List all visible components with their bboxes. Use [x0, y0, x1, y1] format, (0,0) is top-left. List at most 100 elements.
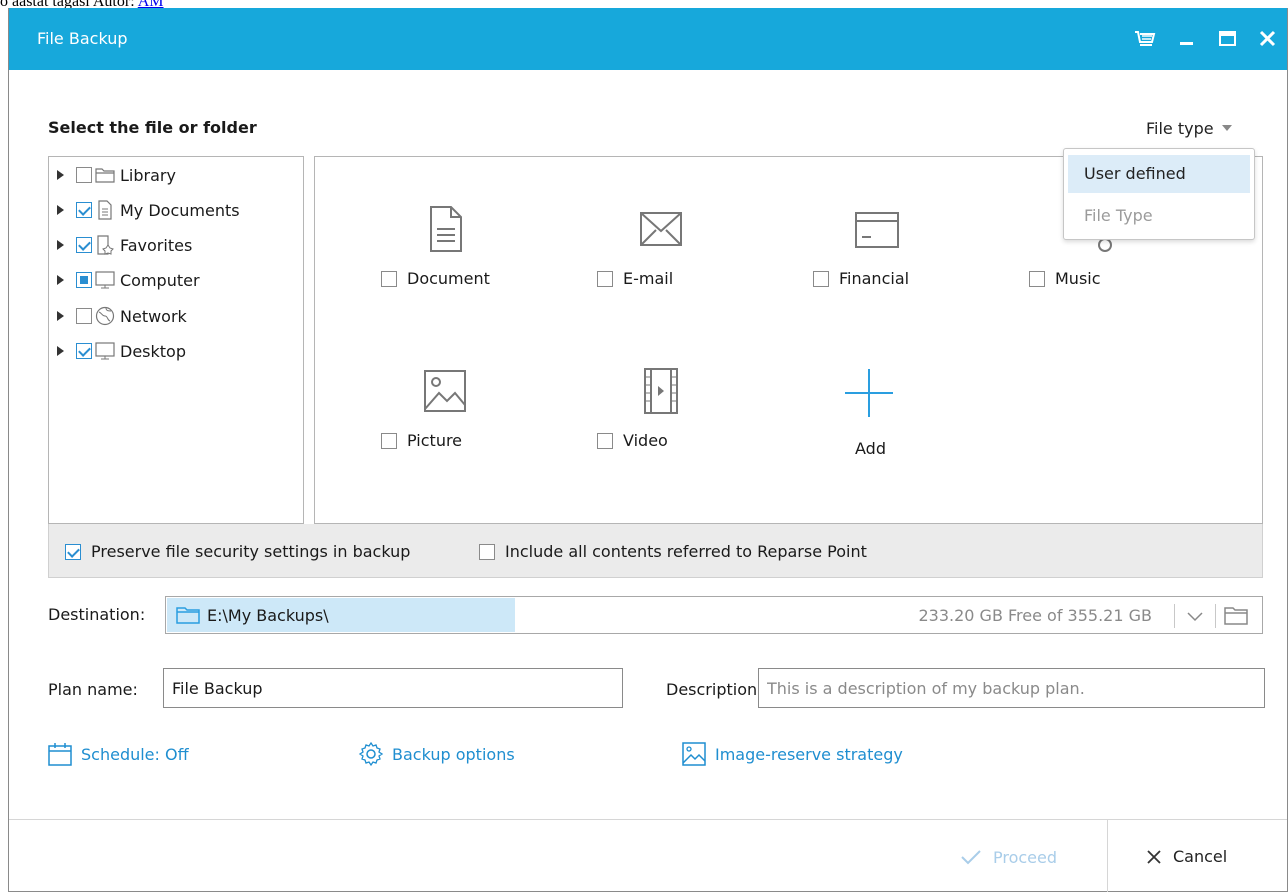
- image-reserve-label: Image-reserve strategy: [715, 744, 903, 764]
- expand-arrow-icon[interactable]: [57, 311, 64, 321]
- backup-options-link[interactable]: Backup options: [358, 741, 515, 767]
- tree-label: Network: [120, 306, 187, 326]
- tree-item-library[interactable]: Library: [49, 162, 299, 188]
- document-checkbox[interactable]: [381, 270, 397, 287]
- reparse-point-option[interactable]: Include all contents referred to Reparse…: [479, 542, 867, 561]
- destination-path-text: E:\My Backups\: [207, 605, 329, 625]
- section-title: Select the file or folder: [48, 118, 257, 137]
- reparse-point-checkbox[interactable]: [479, 543, 495, 560]
- financial-checkbox-row[interactable]: Financial: [813, 269, 909, 288]
- plus-icon-vertical: [868, 369, 870, 417]
- picture-icon: [424, 370, 466, 412]
- financial-checkbox[interactable]: [813, 270, 829, 287]
- video-label: Video: [623, 431, 668, 450]
- video-checkbox[interactable]: [597, 432, 613, 449]
- footer-vertical-divider: [1107, 819, 1108, 892]
- monitor-icon: [95, 342, 115, 360]
- expand-arrow-icon[interactable]: [57, 346, 64, 356]
- network-icon: [95, 306, 115, 326]
- dropdown-option-user-defined[interactable]: User defined: [1068, 155, 1250, 193]
- picture-label: Picture: [407, 431, 463, 450]
- expand-arrow-icon[interactable]: [57, 205, 64, 215]
- tree-checkbox[interactable]: [76, 237, 92, 253]
- financial-icon: [855, 212, 899, 248]
- cancel-button[interactable]: Cancel: [1145, 847, 1227, 866]
- divider: [1215, 604, 1216, 628]
- video-icon: [644, 368, 678, 414]
- preserve-security-option[interactable]: Preserve file security settings in backu…: [65, 542, 410, 561]
- music-checkbox-row[interactable]: Music: [1029, 269, 1101, 288]
- tree-item-desktop[interactable]: Desktop: [49, 338, 299, 364]
- email-checkbox-row[interactable]: E-mail: [597, 269, 673, 288]
- window-title: File Backup: [37, 29, 128, 48]
- email-icon: [640, 212, 682, 246]
- financial-label: Financial: [839, 269, 910, 288]
- expand-arrow-icon[interactable]: [57, 275, 64, 285]
- backup-options-label: Backup options: [392, 744, 515, 764]
- browse-folder-icon[interactable]: [1223, 604, 1249, 628]
- email-checkbox[interactable]: [597, 270, 613, 287]
- divider: [1174, 604, 1175, 628]
- document-label: Document: [407, 269, 490, 288]
- document-checkbox-row[interactable]: Document: [381, 269, 490, 288]
- tree-item-computer[interactable]: Computer: [49, 267, 299, 293]
- tree-checkbox[interactable]: [76, 343, 92, 359]
- file-type-financial: Financial: [813, 205, 973, 315]
- tree-label: Desktop: [120, 341, 186, 361]
- add-label: Add: [855, 439, 886, 458]
- tree-item-my-documents[interactable]: My Documents: [49, 197, 299, 223]
- folder-icon: [176, 607, 200, 624]
- maximize-icon[interactable]: [1215, 26, 1243, 54]
- document-icon: [430, 206, 462, 252]
- tree-item-network[interactable]: Network: [49, 303, 299, 329]
- check-icon: [961, 850, 981, 865]
- file-type-dropdown-toggle[interactable]: File type: [1146, 119, 1232, 138]
- expand-arrow-icon[interactable]: [57, 170, 64, 180]
- destination-label: Destination:: [48, 605, 146, 624]
- video-checkbox-row[interactable]: Video: [597, 431, 668, 450]
- minimize-icon[interactable]: [1174, 26, 1202, 54]
- tree-checkbox[interactable]: [76, 272, 92, 288]
- email-label: E-mail: [623, 269, 674, 288]
- tree-label: My Documents: [120, 200, 240, 220]
- add-file-type-button[interactable]: Add: [835, 369, 915, 469]
- cart-icon[interactable]: [1132, 26, 1160, 54]
- picture-checkbox-row[interactable]: Picture: [381, 431, 462, 450]
- file-type-video: Video: [597, 367, 757, 477]
- reparse-point-label: Include all contents referred to Reparse…: [505, 542, 867, 561]
- tree-checkbox[interactable]: [76, 167, 92, 183]
- close-icon[interactable]: [1255, 26, 1283, 54]
- file-type-label: File type: [1146, 119, 1214, 138]
- schedule-link[interactable]: Schedule: Off: [47, 741, 189, 767]
- proceed-button[interactable]: Proceed: [959, 847, 1057, 867]
- backup-options-bar: Preserve file security settings in backu…: [48, 524, 1263, 578]
- computer-icon: [95, 271, 115, 289]
- folder-tree: Library My Documents Favorites Computer …: [48, 156, 304, 524]
- gear-icon: [358, 741, 384, 767]
- dropdown-option-file-type: File Type: [1084, 206, 1153, 225]
- chevron-down-icon[interactable]: [1183, 604, 1207, 628]
- music-checkbox[interactable]: [1029, 270, 1045, 287]
- preserve-security-checkbox[interactable]: [65, 543, 81, 560]
- close-icon: [1147, 849, 1161, 864]
- description-label: Description:: [666, 680, 763, 699]
- description-input[interactable]: [758, 668, 1265, 708]
- destination-path[interactable]: E:\My Backups\: [167, 598, 515, 632]
- free-space-text: 233.20 GB Free of 355.21 GB: [918, 606, 1152, 625]
- tree-item-favorites[interactable]: Favorites: [49, 232, 299, 258]
- preserve-security-label: Preserve file security settings in backu…: [91, 542, 411, 561]
- tree-checkbox[interactable]: [76, 308, 92, 324]
- picture-checkbox[interactable]: [381, 432, 397, 449]
- cancel-label: Cancel: [1173, 847, 1228, 866]
- plan-name-input[interactable]: [163, 668, 623, 708]
- file-type-document: Document: [381, 205, 541, 315]
- image-reserve-strategy-link[interactable]: Image-reserve strategy: [681, 741, 903, 767]
- file-type-email: E-mail: [597, 205, 757, 315]
- footer-divider: [9, 819, 1287, 820]
- destination-field[interactable]: E:\My Backups\ 233.20 GB Free of 355.21 …: [165, 596, 1263, 634]
- favorites-icon: [97, 235, 114, 255]
- folder-icon: [95, 168, 115, 183]
- expand-arrow-icon[interactable]: [57, 240, 64, 250]
- tree-checkbox[interactable]: [76, 202, 92, 218]
- file-backup-window: File Backup Select the file or folder Fi…: [8, 8, 1288, 892]
